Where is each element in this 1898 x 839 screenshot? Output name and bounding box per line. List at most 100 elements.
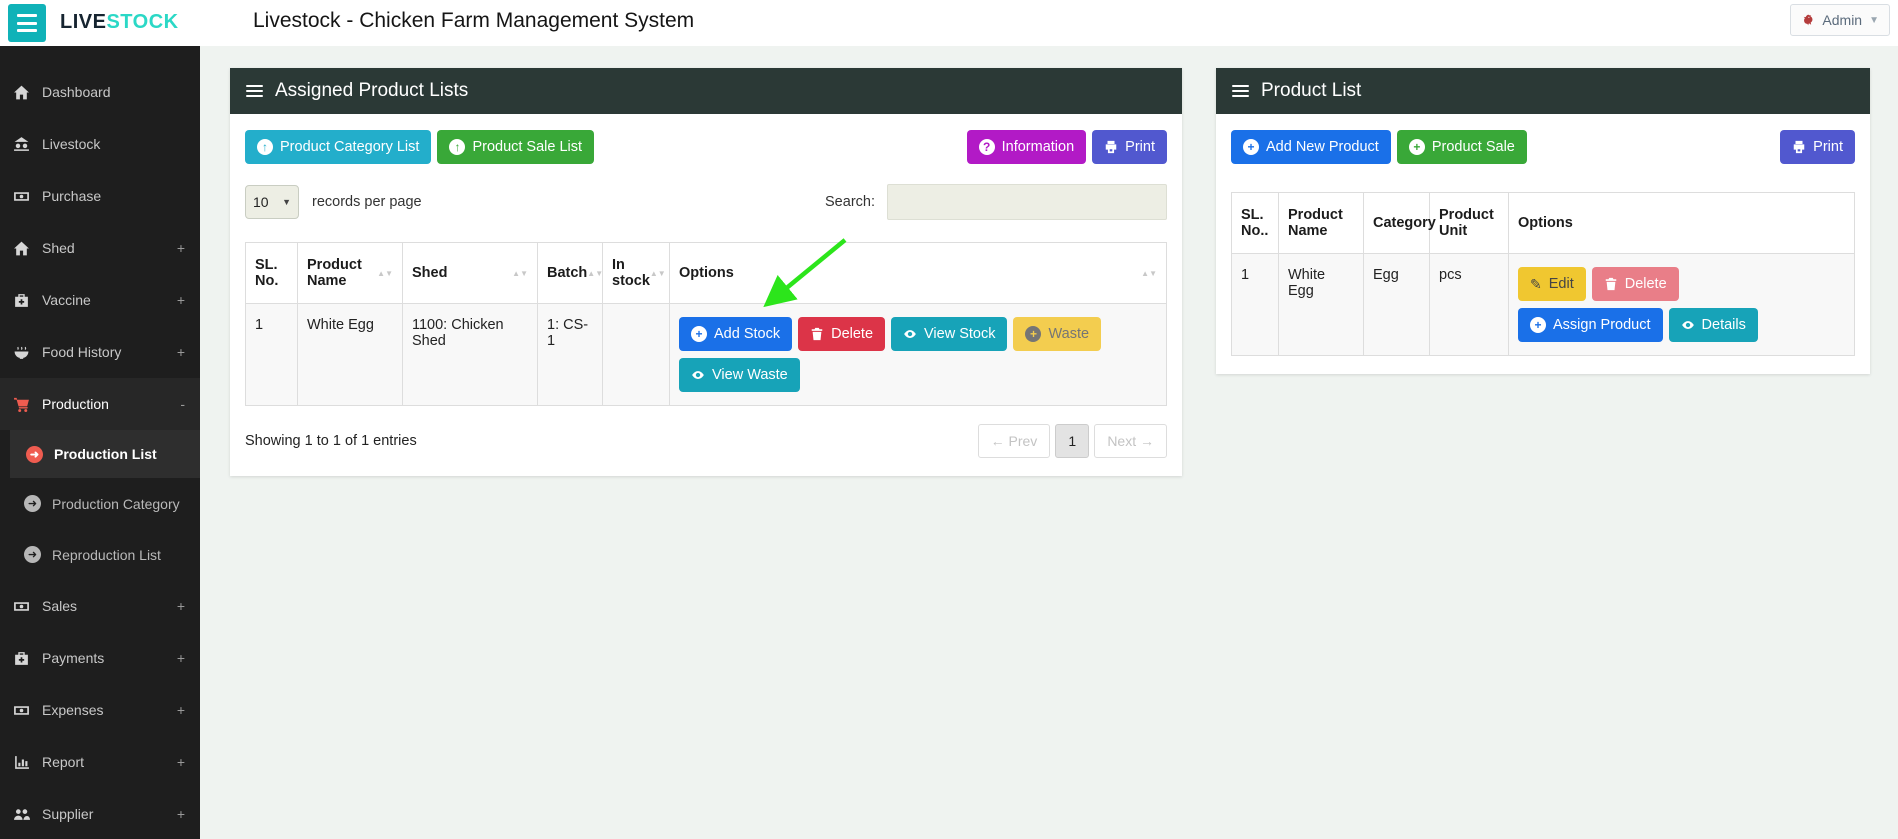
product-panel-header: Product List [1216,68,1870,114]
plus-icon[interactable]: + [177,702,185,718]
col-header-options: Options [1508,192,1855,254]
plus-icon[interactable]: + [177,650,185,666]
cart-icon [14,397,29,412]
view-stock-button[interactable]: View Stock [891,317,1008,351]
sort-icon[interactable]: ▲▼ [377,269,393,277]
assign-product-button[interactable]: + Assign Product [1518,308,1663,342]
food-bowl-icon [14,346,29,359]
product-sale-list-button[interactable]: ↑ Product Sale List [437,130,595,164]
details-button[interactable]: Details [1668,308,1758,342]
sidebar-item-report[interactable]: Report + [0,736,200,788]
trash-icon [811,327,823,341]
col-header-options: Options ▲▼ [669,242,1167,304]
view-waste-button[interactable]: View Waste [679,358,800,392]
cell-product-name: White Egg [1278,253,1364,356]
home-icon [14,85,29,99]
page-number-button[interactable]: 1 [1055,424,1090,458]
sidebar-item-vaccine[interactable]: Vaccine + [0,274,200,326]
plus-icon[interactable]: + [177,292,185,308]
add-stock-button[interactable]: + Add Stock [679,317,793,351]
col-header-product-name: Product Name ▲▼ [297,242,403,304]
delete-button[interactable]: Delete [1591,267,1679,301]
list-icon [1232,83,1249,100]
printer-icon [1793,140,1805,154]
add-new-product-button[interactable]: + Add New Product [1231,130,1391,164]
admin-menu-button[interactable]: Admin ▼ [1790,4,1890,36]
product-list-panel: Product List + Add New Product + Product… [1216,68,1870,374]
col-header-sl-no: SL. No. [245,242,298,304]
circle-plus-icon: + [1408,139,1425,155]
top-navbar: LIVESTOCK Livestock - Chicken Farm Manag… [0,0,1898,46]
circle-plus-icon: + [1243,139,1259,155]
sidebar-item-production[interactable]: Production - [0,378,200,430]
assigned-products-table: SL. No. Product Name ▲▼ Shed ▲▼ Batch ▲▼ In… [245,242,1167,406]
col-header-category: Category [1363,192,1436,254]
search-input[interactable] [887,184,1167,220]
table-row: 1 White Egg 1100: Chicken Shed 1: CS-1 +… [245,303,1167,406]
edit-button[interactable]: ✎ Edit [1518,267,1586,301]
medkit-icon [15,293,28,307]
sidebar-item-sales[interactable]: Sales + [0,580,200,632]
sidebar-item-expenses[interactable]: Expenses + [0,684,200,736]
minus-icon[interactable]: - [180,396,185,412]
product-panel-title: Product List [1261,80,1362,101]
banknote-icon [14,191,29,201]
sidebar: Dashboard Livestock Purchase Shed + Vacc… [0,46,200,839]
prev-page-button[interactable]: ← Prev [977,424,1051,458]
eye-icon [904,330,916,338]
sidebar-subitem-production-list[interactable]: ➜ Production List [10,430,200,478]
product-category-list-button[interactable]: ↑ Product Category List [245,130,432,164]
sidebar-item-supplier[interactable]: Supplier + [0,788,200,839]
col-header-batch: Batch ▲▼ [537,242,603,304]
sidebar-toggle-button[interactable] [8,4,46,42]
sort-icon[interactable]: ▲▼ [650,269,666,277]
records-per-page-label: records per page [312,194,422,210]
plus-icon[interactable]: + [177,806,185,822]
briefcase-icon [15,651,28,665]
product-sale-button[interactable]: + Product Sale [1396,130,1527,164]
hamburger-icon [17,14,37,18]
cell-sl-no: 1 [245,303,298,406]
print-button[interactable]: Print [1780,130,1855,164]
sidebar-item-dashboard[interactable]: Dashboard [0,66,200,118]
cell-options: ✎ Edit Delete + Assign Product Details [1508,253,1855,356]
cell-in-stock [602,303,670,406]
cell-product-unit: pcs [1429,253,1509,356]
delete-button[interactable]: Delete [798,317,886,351]
print-button[interactable]: Print [1092,130,1167,164]
eye-icon [692,371,704,379]
sidebar-subitem-reproduction-list[interactable]: ➜ Reproduction List [0,529,200,580]
sidebar-item-food-history[interactable]: Food History + [0,326,200,378]
plus-icon[interactable]: + [177,598,185,614]
brand-live: LIVE [60,11,107,33]
sort-icon[interactable]: ▲▼ [587,269,603,277]
plus-icon[interactable]: + [177,344,185,360]
col-header-shed: Shed ▲▼ [402,242,538,304]
sidebar-item-payments[interactable]: Payments + [0,632,200,684]
sidebar-item-livestock[interactable]: Livestock [0,118,200,170]
waste-button[interactable]: + Waste [1013,317,1102,351]
sidebar-item-purchase[interactable]: Purchase [0,170,200,222]
bar-chart-icon [15,755,29,769]
records-per-page-select[interactable]: 10 ▼ [245,185,299,219]
information-button[interactable]: ? Information [966,130,1087,164]
plus-icon[interactable]: + [177,240,185,256]
pencil-icon: ✎ [1530,275,1542,292]
brand-logo[interactable]: LIVESTOCK [60,11,179,34]
sort-icon[interactable]: ▲▼ [512,269,528,277]
sort-icon[interactable]: ▲▼ [1141,269,1157,277]
brand-stock: STOCK [106,11,179,33]
circle-arrow-up-icon: ↑ [257,139,273,155]
product-list-table: SL. No.. Product Name Category Product U… [1231,192,1855,356]
col-header-sl-no: SL. No.. [1231,192,1279,254]
col-header-in-stock: In stock ▲▼ [602,242,670,304]
sidebar-subitem-production-category[interactable]: ➜ Production Category [0,478,200,529]
next-page-button[interactable]: Next → [1094,424,1167,458]
circle-arrow-up-icon: ↑ [449,139,466,155]
assigned-panel-title: Assigned Product Lists [275,80,469,101]
plus-icon[interactable]: + [177,754,185,770]
list-icon [246,83,263,100]
sidebar-item-shed[interactable]: Shed + [0,222,200,274]
chevron-down-icon: ▼ [1869,14,1879,26]
chevron-down-icon: ▼ [282,197,291,207]
